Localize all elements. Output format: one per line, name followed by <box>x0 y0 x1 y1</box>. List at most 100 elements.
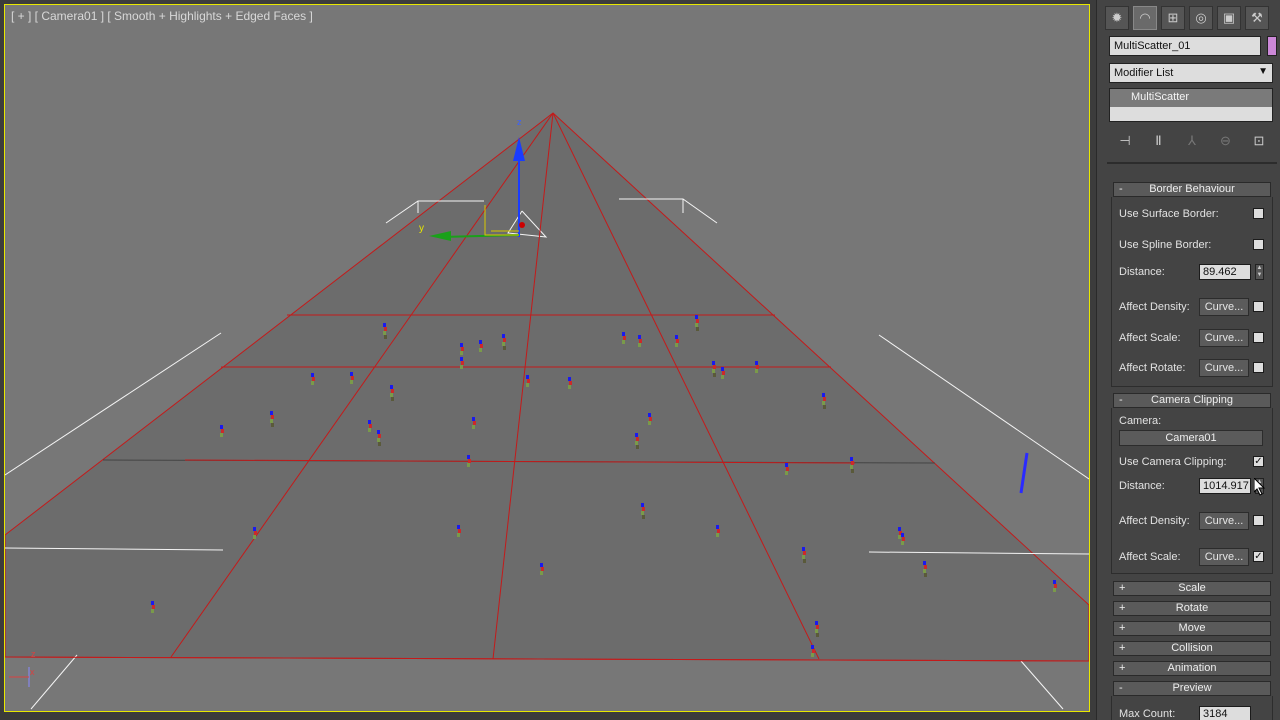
scatter-instance-part <box>461 347 464 351</box>
scatter-instance-part <box>460 351 463 355</box>
use-camera-clipping-checkbox[interactable]: ✓ <box>1253 456 1264 467</box>
scatter-instance-part <box>472 417 475 421</box>
camera-affect-density-row: Affect Density: Curve... <box>1119 512 1269 531</box>
scatter-instance-part <box>391 397 394 401</box>
camera-affect-density-curve-button[interactable]: Curve... <box>1199 512 1249 530</box>
scatter-instance-part <box>642 515 645 519</box>
camera-affect-density-checkbox[interactable] <box>1253 515 1264 526</box>
move-rollout-header[interactable]: + Move <box>1113 621 1271 636</box>
border-affect-rotate-label: Affect Rotate: <box>1119 362 1186 374</box>
use-surface-border-row: Use Surface Border: <box>1119 206 1269 224</box>
scatter-instance-part <box>756 365 759 369</box>
scatter-instance-part <box>641 511 644 515</box>
configure-sets-icon[interactable]: ⊡ <box>1249 133 1269 149</box>
scatter-instance-part <box>803 551 806 555</box>
scatter-instance-part <box>311 373 314 377</box>
scatter-instance-part <box>822 401 825 405</box>
scatter-instance-part <box>675 343 678 347</box>
border-affect-scale-checkbox[interactable] <box>1253 332 1264 343</box>
scatter-instance-part <box>901 533 904 537</box>
scatter-instance-part <box>220 433 223 437</box>
scatter-instance-part <box>480 344 483 348</box>
border-affect-density-checkbox[interactable] <box>1253 301 1264 312</box>
scatter-instance-part <box>901 541 904 545</box>
create-tab[interactable]: ✹ <box>1105 6 1129 30</box>
scatter-instance-part <box>351 376 354 380</box>
use-spline-border-label: Use Spline Border: <box>1119 239 1212 251</box>
modifier-stack[interactable]: MultiScatter <box>1109 88 1273 122</box>
camera-affect-scale-checkbox[interactable]: ✓ <box>1253 551 1264 562</box>
border-distance-spinner[interactable]: ▲ ▼ <box>1255 264 1264 280</box>
remove-modifier-icon[interactable]: ⊖ <box>1216 133 1236 149</box>
modify-tab[interactable]: ◠ <box>1133 6 1157 30</box>
border-distance-label: Distance: <box>1119 266 1165 278</box>
camera-affect-scale-row: Affect Scale: Curve... ✓ <box>1119 548 1269 567</box>
modifier-list-dropdown[interactable]: Modifier List ▼ <box>1109 63 1273 83</box>
camera-clipping-rollout-header[interactable]: - Camera Clipping <box>1113 393 1271 408</box>
border-affect-rotate-curve-button[interactable]: Curve... <box>1199 359 1249 377</box>
scatter-instance-part <box>641 503 644 507</box>
scatter-instance-part <box>716 525 719 529</box>
border-behaviour-rollout-header[interactable]: - Border Behaviour <box>1113 182 1271 197</box>
motion-tab[interactable]: ◎ <box>1189 6 1213 30</box>
animation-rollout-header[interactable]: + Animation <box>1113 661 1271 676</box>
camera-row: Camera: <box>1119 413 1269 431</box>
gizmo-y-label: y <box>419 223 424 234</box>
collision-rollout-header[interactable]: + Collision <box>1113 641 1271 656</box>
use-spline-border-checkbox[interactable] <box>1253 239 1264 250</box>
scatter-instance-part <box>712 369 715 373</box>
camera-affect-scale-curve-button[interactable]: Curve... <box>1199 548 1249 566</box>
scale-rollout-header[interactable]: + Scale <box>1113 581 1271 596</box>
scatter-instance-part <box>851 461 854 465</box>
camera-viewport[interactable]: z y z x [ + ] [ Camera01 ] [ Smooth + Hi… <box>4 4 1090 712</box>
scatter-instance-part <box>468 459 471 463</box>
scatter-instance-part <box>384 327 387 331</box>
use-surface-border-checkbox[interactable] <box>1253 208 1264 219</box>
scatter-instance-part <box>811 653 814 657</box>
scatter-instance-part <box>648 413 651 417</box>
hierarchy-tab[interactable]: ⊞ <box>1161 6 1185 30</box>
camera-pick-button[interactable]: Camera01 <box>1119 430 1263 446</box>
scatter-instance-part <box>378 442 381 446</box>
make-unique-icon[interactable]: ⅄ <box>1182 133 1202 149</box>
scatter-instance-part <box>649 417 652 421</box>
motion-icon: ◎ <box>1195 10 1207 25</box>
stack-toolbar: ⊣ Ⅱ ⅄ ⊖ ⊡ <box>1109 130 1275 152</box>
viewport-label[interactable]: [ + ] [ Camera01 ] [ Smooth + Highlights… <box>11 9 313 23</box>
border-affect-scale-label: Affect Scale: <box>1119 332 1181 344</box>
scatter-instance-part <box>383 323 386 327</box>
scatter-instance-part <box>502 334 505 338</box>
scatter-instance-part <box>812 649 815 653</box>
border-affect-scale-curve-button[interactable]: Curve... <box>1199 329 1249 347</box>
border-affect-rotate-checkbox[interactable] <box>1253 362 1264 373</box>
scatter-instance-part <box>695 315 698 319</box>
scatter-instance-part <box>716 533 719 537</box>
object-name-input[interactable] <box>1109 36 1261 56</box>
scatter-instance-part <box>816 625 819 629</box>
object-color-swatch[interactable] <box>1267 36 1277 56</box>
border-affect-density-curve-button[interactable]: Curve... <box>1199 298 1249 316</box>
scatter-instance-part <box>721 367 724 371</box>
modifier-stack-item[interactable]: MultiScatter <box>1110 89 1272 107</box>
scatter-instance-part <box>151 601 154 605</box>
scatter-instance-part <box>755 369 758 373</box>
viewport[interactable]: z y z x [ + ] [ Camera01 ] [ Smooth + Hi… <box>0 0 1096 720</box>
camera-label: Camera: <box>1119 415 1162 427</box>
display-tab[interactable]: ▣ <box>1217 6 1241 30</box>
dropdown-arrow-icon: ▼ <box>1258 66 1268 77</box>
scatter-instance-part <box>568 377 571 381</box>
pin-stack-icon[interactable]: ⊣ <box>1115 133 1135 149</box>
scale-rollout-title: Scale <box>1178 582 1206 594</box>
max-count-field[interactable]: 3184 <box>1199 706 1251 720</box>
border-distance-field[interactable]: 89.462 <box>1199 264 1251 280</box>
camera-distance-field[interactable]: 1014.917 <box>1199 478 1251 494</box>
utilities-tab[interactable]: ⚒ <box>1245 6 1269 30</box>
preview-rollout-header[interactable]: - Preview <box>1113 681 1271 696</box>
scatter-instance-part <box>390 385 393 389</box>
show-end-result-icon[interactable]: Ⅱ <box>1149 133 1169 149</box>
scatter-instance-part <box>568 385 571 389</box>
scatter-instance-part <box>461 361 464 365</box>
object-name-row <box>1109 36 1277 56</box>
rotate-rollout-header[interactable]: + Rotate <box>1113 601 1271 616</box>
scatter-instance-part <box>526 383 529 387</box>
